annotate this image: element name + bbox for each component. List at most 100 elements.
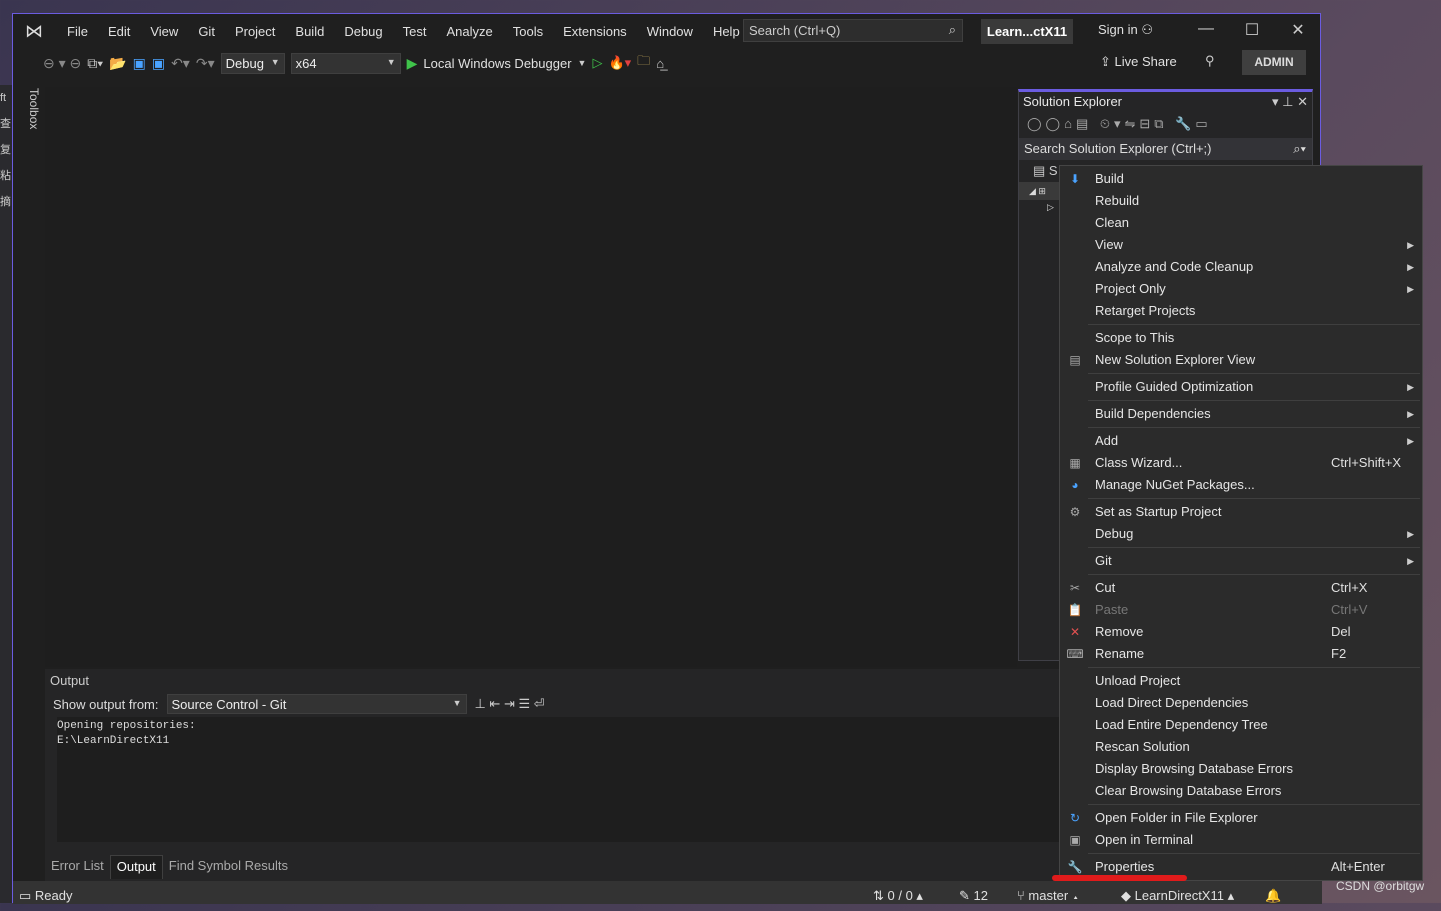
sync-status[interactable]: ⇅ 0 / 0 ▴ xyxy=(873,881,923,911)
menu-item-view[interactable]: View ▶ xyxy=(1060,234,1422,256)
search-icon: ⌕ xyxy=(948,22,956,37)
menu-item-clean[interactable]: Clean xyxy=(1060,212,1422,234)
menu-item-rename[interactable]: ⌨ Rename F2 xyxy=(1060,643,1422,665)
maximize-button[interactable]: ☐ xyxy=(1237,20,1267,40)
output-source-select[interactable]: Source Control - Git ▼ xyxy=(166,694,467,714)
tab-output[interactable]: Output xyxy=(109,855,163,879)
minimize-button[interactable]: — xyxy=(1191,20,1221,38)
menu-extensions[interactable]: Extensions xyxy=(553,24,637,39)
sign-in-label: Sign in xyxy=(1098,22,1138,37)
menu-item-unload-project[interactable]: Unload Project xyxy=(1060,670,1422,692)
live-share-button[interactable]: ⇪ Live Share xyxy=(1100,54,1177,70)
menu-analyze[interactable]: Analyze xyxy=(436,24,502,39)
back-icon[interactable]: ⊖ ▾ ⊖ xyxy=(43,55,81,72)
menu-item-label: View xyxy=(1095,237,1123,252)
ready-status: ▭ Ready xyxy=(19,888,73,903)
menu-item-open-folder-in-file-explorer[interactable]: ↻ Open Folder in File Explorer xyxy=(1060,807,1422,829)
new-view-icon: ▤ xyxy=(1069,353,1081,367)
menu-item-manage-nuget-packages[interactable]: ◕ Manage NuGet Packages... xyxy=(1060,474,1422,496)
menu-item-label: Git xyxy=(1095,553,1112,568)
menu-debug[interactable]: Debug xyxy=(334,24,392,39)
menu-build[interactable]: Build xyxy=(285,24,334,39)
hot-reload-icon[interactable]: 🔥▾ xyxy=(608,55,631,71)
menu-git[interactable]: Git xyxy=(188,24,225,39)
menu-project[interactable]: Project xyxy=(225,24,285,39)
menu-item-set-as-startup-project[interactable]: ⚙ Set as Startup Project xyxy=(1060,501,1422,523)
menu-item-load-entire-dependency-tree[interactable]: Load Entire Dependency Tree xyxy=(1060,714,1422,736)
strip-text: 复 xyxy=(0,144,11,156)
feedback-icon[interactable]: ⚲ xyxy=(1205,53,1215,69)
menu-item-git[interactable]: Git ▶ xyxy=(1060,550,1422,572)
menu-item-cut[interactable]: ✂ Cut Ctrl+X xyxy=(1060,577,1422,599)
submenu-arrow-icon: ▶ xyxy=(1407,529,1414,539)
menu-item-paste[interactable]: 📋 Paste Ctrl+V xyxy=(1060,599,1422,621)
menu-window[interactable]: Window xyxy=(637,24,703,39)
menu-view[interactable]: View xyxy=(140,24,188,39)
redo-icon[interactable]: ↷▾ xyxy=(196,55,215,72)
search-icon: ⌕▾ xyxy=(1293,141,1306,156)
menu-edit[interactable]: Edit xyxy=(98,24,140,39)
output-tools-icon[interactable]: ⊥ ⇤ ⇥ ☰ ⏎ xyxy=(475,696,545,712)
solution-search-input[interactable]: Search Solution Explorer (Ctrl+;) ⌕▾ xyxy=(1019,138,1312,160)
nuget-icon: ◕ xyxy=(1071,478,1079,492)
menu-item-label: Rescan Solution xyxy=(1095,739,1190,754)
menu-item-build-dependencies[interactable]: Build Dependencies ▶ xyxy=(1060,403,1422,425)
menu-item-clear-browsing-database-errors[interactable]: Clear Browsing Database Errors xyxy=(1060,780,1422,802)
run-without-debug-icon[interactable]: ▷ xyxy=(592,55,602,71)
menu-item-rebuild[interactable]: Rebuild xyxy=(1060,190,1422,212)
menu-item-project-only[interactable]: Project Only ▶ xyxy=(1060,278,1422,300)
menu-item-display-browsing-database-errors[interactable]: Display Browsing Database Errors xyxy=(1060,758,1422,780)
menu-file[interactable]: File xyxy=(57,24,98,39)
play-icon[interactable]: ▶ xyxy=(407,55,418,72)
notification-icon[interactable]: 🔔 xyxy=(1265,881,1281,911)
menu-item-profile-guided-optimization[interactable]: Profile Guided Optimization ▶ xyxy=(1060,376,1422,398)
platform-value: x64 xyxy=(295,55,317,71)
menu-item-rescan-solution[interactable]: Rescan Solution xyxy=(1060,736,1422,758)
menu-item-load-direct-dependencies[interactable]: Load Direct Dependencies xyxy=(1060,692,1422,714)
panel-controls-icon[interactable]: ▾ ⊥ ✕ xyxy=(1272,94,1308,110)
project-node[interactable]: ◢ ⊞ xyxy=(1019,182,1059,200)
open-folder-icon[interactable]: 📂 xyxy=(109,55,126,72)
menu-item-remove[interactable]: ✕ Remove Del xyxy=(1060,621,1422,643)
tab-error-list[interactable]: Error List xyxy=(45,855,110,879)
menu-item-analyze-and-code-cleanup[interactable]: Analyze and Code Cleanup ▶ xyxy=(1060,256,1422,278)
menu-item-build[interactable]: ⬇ Build xyxy=(1060,168,1422,190)
sync-value: 0 / 0 xyxy=(887,888,913,903)
platform-select[interactable]: x64 ▼ xyxy=(290,52,401,74)
run-debugger-button[interactable]: Local Windows Debugger xyxy=(423,56,571,71)
new-project-icon[interactable]: ⧉▾ xyxy=(87,55,103,72)
output-source-value: Source Control - Git xyxy=(171,697,287,712)
save-all-icon[interactable]: ▣ xyxy=(152,55,165,72)
menu-item-label: Load Direct Dependencies xyxy=(1095,695,1249,710)
menu-item-new-solution-explorer-view[interactable]: ▤ New Solution Explorer View xyxy=(1060,349,1422,371)
changes-status[interactable]: ✎ 12 xyxy=(959,881,988,911)
repo-status[interactable]: ◆ LearnDirectX11 ▴ xyxy=(1121,881,1234,911)
menu-item-retarget-projects[interactable]: Retarget Projects xyxy=(1060,300,1422,322)
menu-item-label: Set as Startup Project xyxy=(1095,504,1222,519)
menu-item-scope-to-this[interactable]: Scope to This xyxy=(1060,327,1422,349)
menu-tools[interactable]: Tools xyxy=(503,24,553,39)
layout-icon[interactable]: ⌂̲ xyxy=(656,56,664,71)
solution-explorer-toolbar[interactable]: ◯◯⌂▤ ⏲▾⇋⊟⧉ 🔧▭ xyxy=(1019,112,1312,138)
menu-test[interactable]: Test xyxy=(393,24,437,39)
refresh-folder-icon: ↻ xyxy=(1069,811,1081,825)
toolbox-tab[interactable]: Toolbox xyxy=(21,88,41,129)
search-input[interactable]: Search (Ctrl+Q) ⌕ xyxy=(743,19,963,42)
menu-item-open-in-terminal[interactable]: ▣ Open in Terminal xyxy=(1060,829,1422,851)
save-icon[interactable]: ▣ xyxy=(133,55,146,72)
configuration-select[interactable]: Debug ▼ xyxy=(220,52,285,74)
chevron-down-icon[interactable]: ▼ xyxy=(578,58,587,68)
project-name-badge[interactable]: Learn...ctX11 xyxy=(981,19,1073,44)
shortcut-label: Ctrl+X xyxy=(1331,580,1368,595)
menu-item-class-wizard[interactable]: ▦ Class Wizard... Ctrl+Shift+X xyxy=(1060,452,1422,474)
paste-icon: 📋 xyxy=(1067,603,1083,617)
sign-in-button[interactable]: Sign in ⚇ xyxy=(1098,22,1153,38)
find-folder-icon[interactable]: 🗀 xyxy=(637,52,650,74)
menu-item-debug[interactable]: Debug ▶ xyxy=(1060,523,1422,545)
undo-icon[interactable]: ↶▾ xyxy=(171,55,190,72)
branch-status[interactable]: ⑂ master ▴ xyxy=(1017,881,1080,911)
menu-item-add[interactable]: Add ▶ xyxy=(1060,430,1422,452)
tab-find-symbol-results[interactable]: Find Symbol Results xyxy=(163,855,294,879)
shortcut-label: Del xyxy=(1331,624,1351,639)
close-button[interactable]: ✕ xyxy=(1283,20,1313,40)
